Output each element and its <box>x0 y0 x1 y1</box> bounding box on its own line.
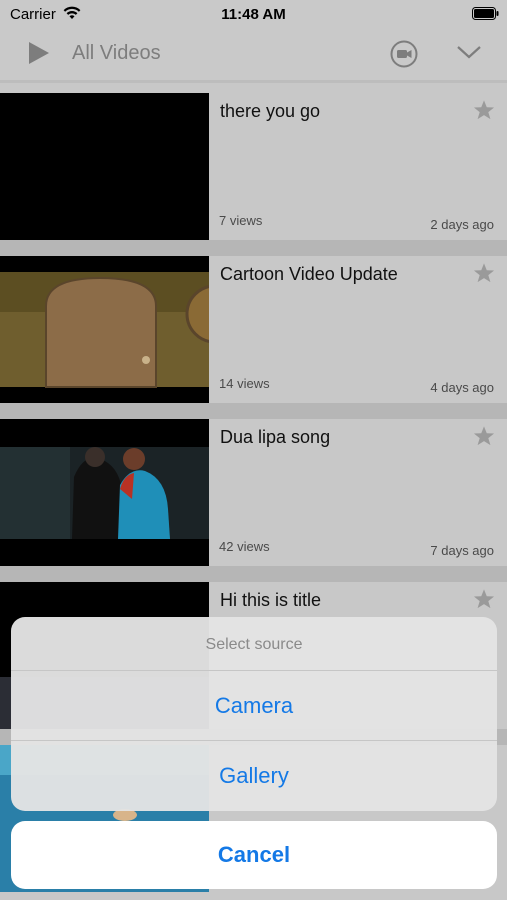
video-row[interactable]: there you go 7 views 2 days ago <box>0 93 507 240</box>
video-thumbnail[interactable] <box>0 93 209 240</box>
cartoon-door-thumbnail <box>0 256 209 403</box>
video-title: Hi this is title <box>220 590 322 610</box>
video-title: there you go <box>220 101 321 121</box>
star-icon[interactable] <box>473 262 495 284</box>
video-thumbnail[interactable] <box>0 256 209 403</box>
navigation-bar: All Videos <box>0 30 507 83</box>
video-camera-icon[interactable] <box>390 40 418 68</box>
clock: 11:48 AM <box>221 6 286 23</box>
play-icon[interactable] <box>26 40 52 66</box>
star-icon[interactable] <box>473 425 495 447</box>
camera-option-button[interactable]: Camera <box>11 671 497 741</box>
video-row[interactable]: Cartoon Video Update 14 views 4 days ago <box>0 256 507 403</box>
video-views: 14 views <box>219 376 270 391</box>
video-row[interactable]: Dua lipa song 42 views 7 days ago <box>0 419 507 566</box>
video-date: 2 days ago <box>430 217 494 232</box>
page-title: All Videos <box>72 42 161 64</box>
battery-icon <box>472 7 499 20</box>
action-sheet-title: Select source <box>11 617 497 671</box>
row-separator <box>0 403 507 419</box>
music-video-thumbnail <box>0 419 209 566</box>
action-sheet: Select source Camera Gallery <box>11 617 497 811</box>
video-thumbnail[interactable] <box>0 419 209 566</box>
video-views: 7 views <box>219 213 263 228</box>
video-views: 42 views <box>219 539 270 554</box>
status-bar: Carrier 11:48 AM <box>0 0 507 30</box>
row-separator <box>0 240 507 256</box>
video-title: Cartoon Video Update <box>220 264 398 284</box>
row-separator <box>0 566 507 582</box>
gallery-option-button[interactable]: Gallery <box>11 741 497 810</box>
video-date: 4 days ago <box>430 380 494 395</box>
video-title: Dua lipa song <box>220 427 331 447</box>
cancel-button[interactable]: Cancel <box>11 821 497 889</box>
video-date: 7 days ago <box>430 543 494 558</box>
star-icon[interactable] <box>473 99 495 121</box>
chevron-down-icon[interactable] <box>456 42 482 62</box>
star-icon[interactable] <box>473 588 495 610</box>
